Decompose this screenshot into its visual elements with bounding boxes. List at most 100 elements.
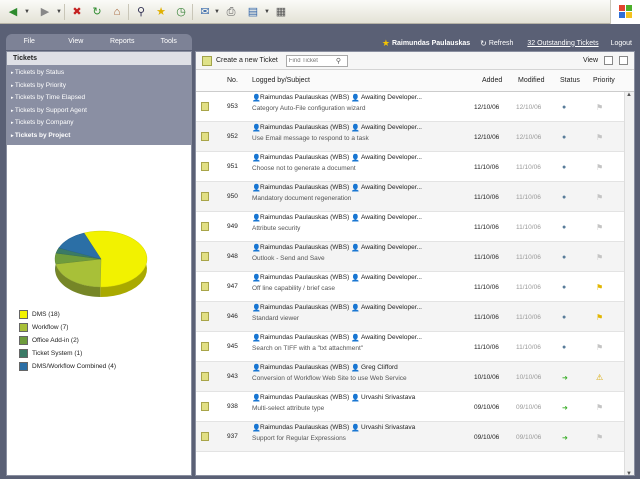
create-ticket-button[interactable]: Create a new Ticket — [216, 57, 278, 64]
nav-tickets-by-support-agent[interactable]: Tickets by Support Agent — [7, 105, 191, 118]
added-date: 09/10/06 — [474, 404, 500, 411]
nav-tickets-by-status[interactable]: Tickets by Status — [7, 67, 191, 80]
print-icon[interactable]: ⎙ — [222, 3, 240, 21]
assignee: Awaiting Developer... — [361, 304, 422, 311]
ticket-subject[interactable]: Standard viewer — [252, 315, 299, 322]
forward-icon[interactable]: ▶ — [36, 3, 54, 21]
table-row[interactable]: 950 👤 Raimundas Paulauskas (WBS) 👤 Awaiting … — [196, 182, 624, 212]
table-row[interactable]: 949 👤 Raimundas Paulauskas (WBS) 👤 Awaiting … — [196, 212, 624, 242]
refresh-icon[interactable]: ↻ — [480, 39, 487, 48]
stop-icon[interactable]: ✖ — [68, 3, 86, 21]
menu-view[interactable]: View — [53, 34, 100, 50]
ticket-number: 948 — [227, 253, 238, 260]
scroll-up-icon[interactable]: ▲ — [626, 92, 632, 98]
logout-link[interactable]: Logout — [611, 40, 632, 47]
ticket-subject[interactable]: Support for Regular Expressions — [252, 435, 346, 442]
menu-tools[interactable]: Tools — [146, 34, 193, 50]
logged-by: Raimundas Paulauskas (WBS) — [260, 94, 350, 101]
nav-tickets-by-time-elapsed[interactable]: Tickets by Time Elapsed — [7, 92, 191, 105]
refresh-link[interactable]: Refresh — [489, 40, 514, 47]
logged-by: Raimundas Paulauskas (WBS) — [260, 214, 350, 221]
history-icon[interactable]: ◷ — [172, 3, 190, 21]
edit-dropdown-icon[interactable]: ▼ — [264, 9, 270, 15]
ticket-subject[interactable]: Mandatory document regeneration — [252, 195, 351, 202]
ticket-subject[interactable]: Multi-select attribute type — [252, 405, 324, 412]
ticket-subject[interactable]: Outlook - Send and Save — [252, 255, 325, 262]
assignee: Awaiting Developer... — [361, 94, 422, 101]
home-icon[interactable]: ⌂ — [108, 3, 126, 21]
scroll-down-icon[interactable]: ▼ — [626, 471, 632, 475]
ticket-icon — [201, 342, 209, 351]
column-modified[interactable]: Modified — [518, 77, 544, 84]
ticket-subject[interactable]: Choose not to generate a document — [252, 165, 356, 172]
table-row[interactable]: 948 👤 Raimundas Paulauskas (WBS) 👤 Awaiting … — [196, 242, 624, 272]
mail-icon[interactable]: ✉ — [196, 3, 214, 21]
search-icon[interactable]: ⚲ — [132, 3, 150, 21]
ticket-icon — [201, 132, 209, 141]
menu-reports[interactable]: Reports — [99, 34, 146, 50]
ticket-number: 947 — [227, 283, 238, 290]
ticket-subject[interactable]: Attribute security — [252, 225, 300, 232]
ticket-number: 938 — [227, 403, 238, 410]
flag-icon: ⚑ — [596, 163, 604, 172]
added-date: 10/10/06 — [474, 374, 500, 381]
legend-item: Office Add-in (2) — [19, 334, 116, 347]
agent-icon: 👤 — [351, 425, 360, 432]
nav-tickets-by-project[interactable]: Tickets by Project — [7, 130, 191, 143]
outstanding-tickets-link[interactable]: 32 Outstanding Tickets — [527, 40, 598, 47]
new-ticket-icon[interactable] — [202, 55, 212, 66]
table-row[interactable]: 953 👤 Raimundas Paulauskas (WBS) 👤 Awaiting … — [196, 92, 624, 122]
ticket-subject[interactable]: Off line capability / brief case — [252, 285, 335, 292]
menu-file[interactable]: File — [6, 34, 53, 50]
dot-status-icon: ● — [562, 284, 567, 291]
ticket-icon — [201, 162, 209, 171]
agent-icon: 👤 — [351, 95, 360, 102]
nav-tickets-by-company[interactable]: Tickets by Company — [7, 117, 191, 130]
chart-legend: DMS (18) Workflow (7) Office Add-in (2) … — [19, 308, 116, 373]
ticket-subject[interactable]: Search on TIFF with a "txt attachment" — [252, 345, 363, 352]
assignee: Awaiting Developer... — [361, 274, 422, 281]
edit-icon[interactable]: ▤ — [244, 3, 262, 21]
modified-date: 11/10/06 — [516, 254, 541, 261]
column-status[interactable]: Status — [560, 77, 580, 84]
scrollbar[interactable]: ▲ ▼ — [624, 92, 634, 475]
view-columns-icon[interactable] — [619, 56, 628, 65]
table-row[interactable]: 938 👤 Raimundas Paulauskas (WBS) 👤 Urvashi S… — [196, 392, 624, 422]
legend-label: Ticket System (1) — [32, 350, 83, 357]
project-pie-chart — [54, 230, 148, 297]
column-added[interactable]: Added — [482, 77, 502, 84]
agent-icon: 👤 — [351, 395, 360, 402]
column-no[interactable]: No. — [227, 77, 238, 84]
view-list-icon[interactable] — [604, 56, 613, 65]
table-row[interactable]: 951 👤 Raimundas Paulauskas (WBS) 👤 Awaiting … — [196, 152, 624, 182]
back-dropdown-icon[interactable]: ▼ — [24, 9, 30, 15]
ticket-subject[interactable]: Category Auto-File configuration wizard — [252, 105, 365, 112]
user-name: Raimundas Paulauskas — [391, 39, 471, 47]
table-row[interactable]: 946 👤 Raimundas Paulauskas (WBS) 👤 Awaiting … — [196, 302, 624, 332]
back-icon[interactable]: ◀ — [4, 3, 22, 21]
table-row[interactable]: 943 👤 Raimundas Paulauskas (WBS) 👤 Greg Clif… — [196, 362, 624, 392]
flag-icon: ⚑ — [596, 103, 604, 112]
column-logged-subject[interactable]: Logged by/Subject — [252, 77, 310, 84]
ticket-icon — [201, 282, 209, 291]
favorites-icon[interactable]: ★ — [152, 3, 170, 21]
table-row[interactable]: 945 👤 Raimundas Paulauskas (WBS) 👤 Awaiting … — [196, 332, 624, 362]
refresh-icon[interactable]: ↻ — [88, 3, 106, 21]
ticket-number: 953 — [227, 103, 238, 110]
search-icon[interactable]: ⚲ — [336, 57, 341, 65]
flag-icon: ⚑ — [596, 193, 604, 202]
forward-dropdown-icon[interactable]: ▼ — [56, 9, 62, 15]
nav-tickets-by-priority[interactable]: Tickets by Priority — [7, 80, 191, 93]
ticket-subject[interactable]: Conversion of Workflow Web Site to use W… — [252, 375, 407, 382]
toolbar-separator — [64, 4, 65, 20]
mail-dropdown-icon[interactable]: ▼ — [214, 9, 220, 15]
discuss-icon[interactable]: ▦ — [272, 3, 290, 21]
column-priority[interactable]: Priority — [593, 77, 615, 84]
table-row[interactable]: 947 👤 Raimundas Paulauskas (WBS) 👤 Awaiting … — [196, 272, 624, 302]
ticket-subject[interactable]: Use Email message to respond to a task — [252, 135, 369, 142]
table-row[interactable]: 952 👤 Raimundas Paulauskas (WBS) 👤 Awaiting … — [196, 122, 624, 152]
legend-item: Ticket System (1) — [19, 347, 116, 360]
logged-by: Raimundas Paulauskas (WBS) — [260, 424, 350, 431]
table-row[interactable]: 937 👤 Raimundas Paulauskas (WBS) 👤 Urvashi S… — [196, 422, 624, 452]
dot-status-icon: ● — [562, 314, 567, 321]
